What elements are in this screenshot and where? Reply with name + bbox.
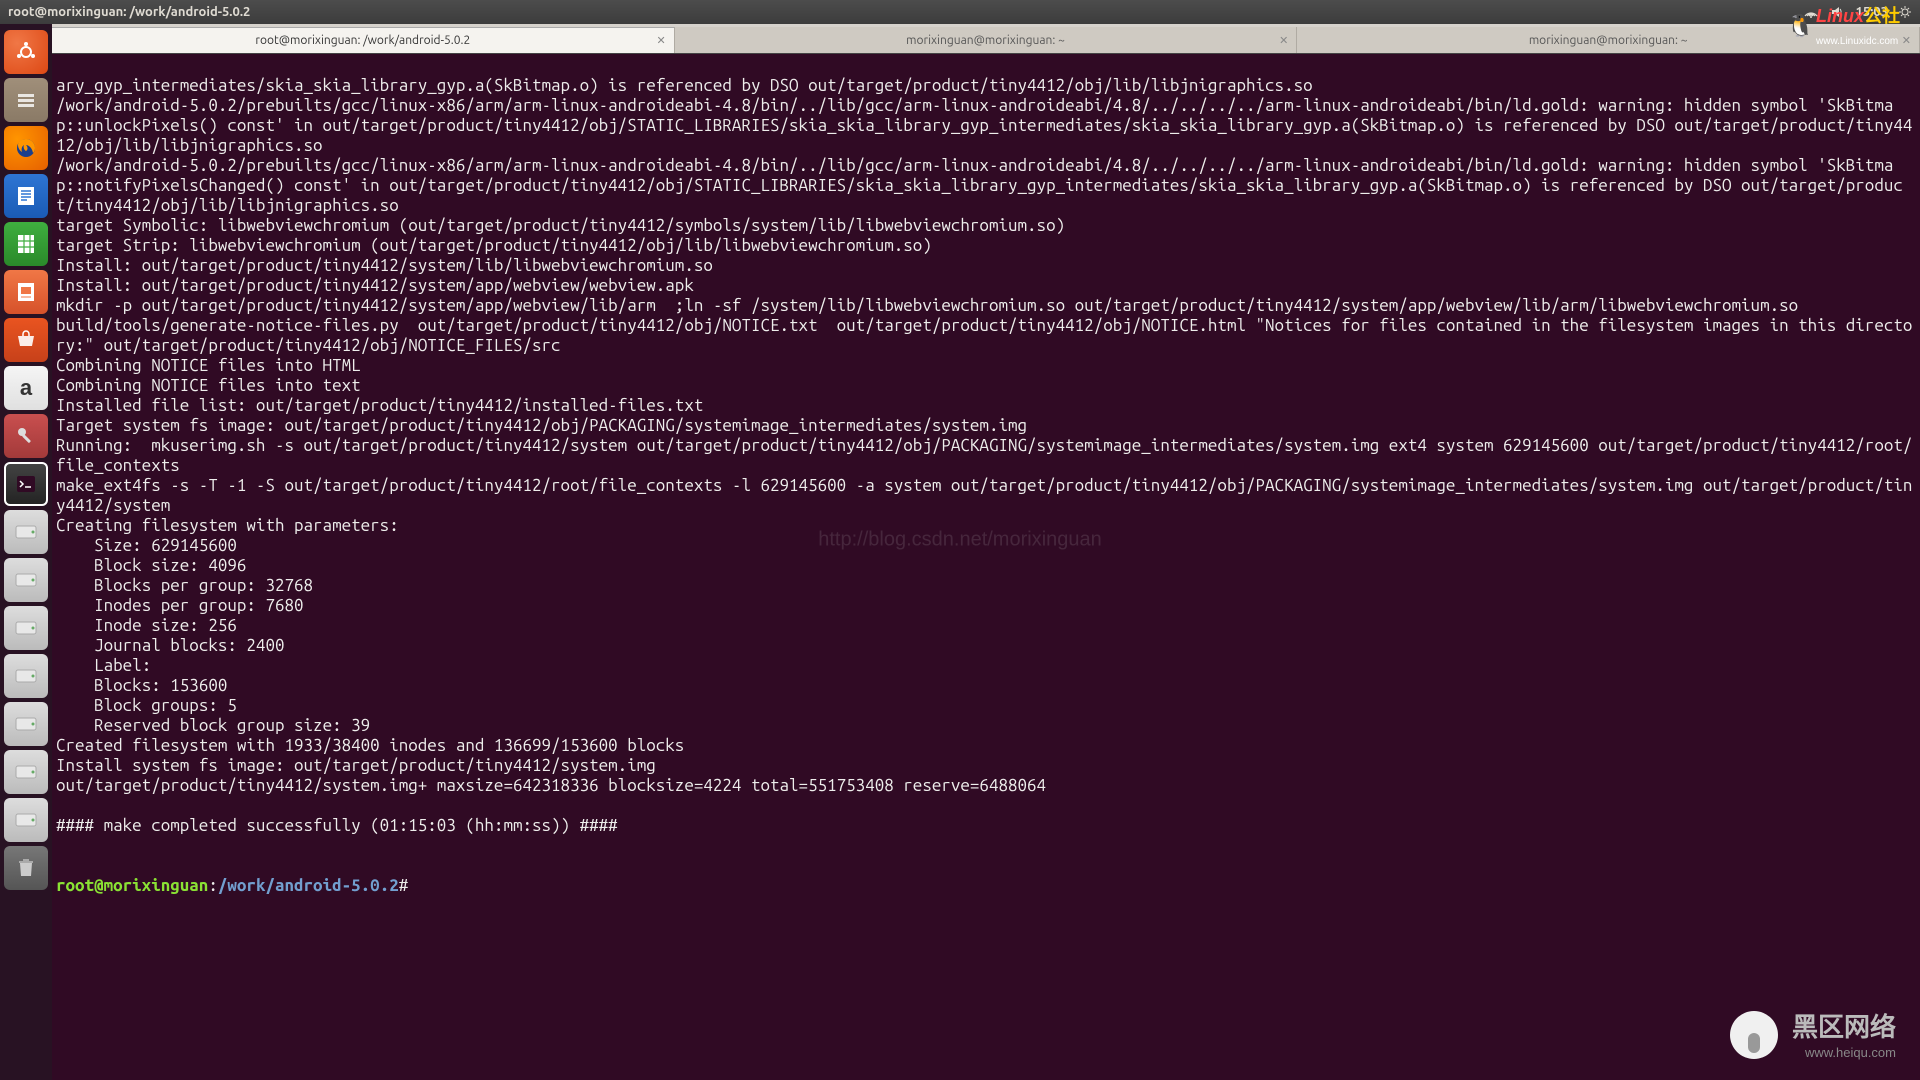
- terminal-icon[interactable]: [4, 462, 48, 506]
- drive-icon[interactable]: [4, 702, 48, 746]
- writer-icon[interactable]: [4, 174, 48, 218]
- drive-icon[interactable]: [4, 558, 48, 602]
- drive-icon[interactable]: [4, 798, 48, 842]
- amazon-icon[interactable]: a: [4, 366, 48, 410]
- watermark-label: Linux: [1816, 6, 1864, 26]
- drive-icon[interactable]: [4, 750, 48, 794]
- window-title: root@morixinguan: /work/android-5.0.2: [8, 5, 1803, 19]
- tab-label: root@morixinguan: /work/android-5.0.2: [255, 34, 470, 47]
- files-icon[interactable]: [4, 78, 48, 122]
- close-icon[interactable]: ✕: [1279, 34, 1288, 47]
- tab-label: morixinguan@morixinguan: ~: [1529, 34, 1688, 47]
- watermark-bottom: 黑区网络 www.heiqu.com: [1730, 1007, 1896, 1062]
- close-icon[interactable]: ✕: [1902, 34, 1911, 47]
- software-center-icon[interactable]: [4, 318, 48, 362]
- tab-label: morixinguan@morixinguan: ~: [906, 34, 1065, 47]
- prompt-symbol: #: [399, 876, 409, 895]
- drive-icon[interactable]: [4, 606, 48, 650]
- calc-icon[interactable]: [4, 222, 48, 266]
- prompt-user: root@morixinguan: [56, 876, 208, 895]
- penguin-icon: 🐧: [1787, 13, 1814, 39]
- watermark-sub: www.Linuxidc.com: [1816, 36, 1898, 47]
- launcher: a: [0, 24, 52, 1080]
- settings-icon[interactable]: [4, 414, 48, 458]
- drive-icon[interactable]: [4, 654, 48, 698]
- prompt-colon: :: [208, 876, 218, 895]
- gear-icon[interactable]: [1898, 5, 1912, 19]
- terminal-lines: ary_gyp_intermediates/skia_skia_library_…: [56, 76, 1912, 835]
- impress-icon[interactable]: [4, 270, 48, 314]
- terminal-tabbar: root@morixinguan: /work/android-5.0.2 ✕ …: [52, 24, 1920, 54]
- tab-2[interactable]: morixinguan@morixinguan: ~ ✕: [675, 27, 1298, 53]
- trash-icon[interactable]: [4, 846, 48, 890]
- menubar: root@morixinguan: /work/android-5.0.2 15…: [0, 0, 1920, 24]
- tab-1[interactable]: root@morixinguan: /work/android-5.0.2 ✕: [52, 27, 675, 53]
- close-icon[interactable]: ✕: [656, 34, 665, 47]
- mushroom-icon: [1730, 1011, 1778, 1059]
- prompt-path: /work/android-5.0.2: [218, 876, 399, 895]
- dash-icon[interactable]: [4, 30, 48, 74]
- firefox-icon[interactable]: [4, 126, 48, 170]
- watermark-top: 🐧 Linux公社 www.Linuxidc.com: [1787, 2, 1900, 49]
- drive-icon[interactable]: [4, 510, 48, 554]
- watermark-bottom-sub: www.heiqu.com: [1805, 1045, 1896, 1060]
- terminal-output[interactable]: ary_gyp_intermediates/skia_skia_library_…: [52, 54, 1920, 1080]
- watermark-bottom-label: 黑区网络: [1792, 1012, 1896, 1042]
